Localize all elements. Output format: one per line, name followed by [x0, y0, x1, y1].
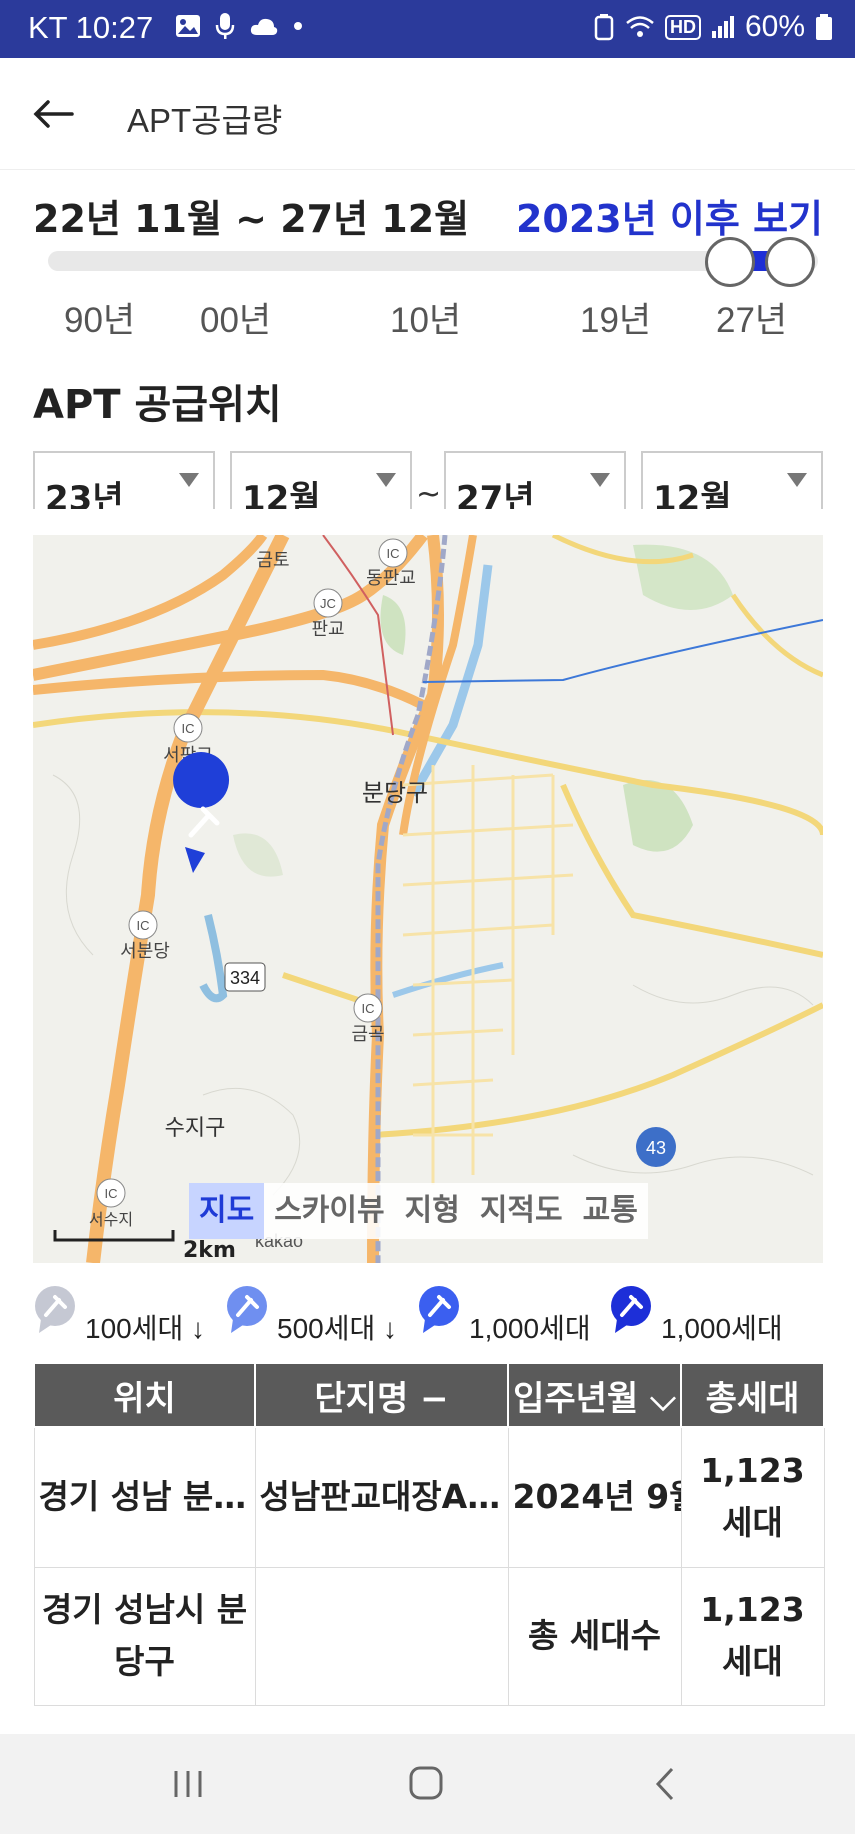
dropdown-caret-icon: [590, 473, 610, 487]
column-header-households[interactable]: 총세대: [680, 1362, 825, 1428]
recent-apps-icon[interactable]: [158, 1759, 218, 1809]
dropdown-caret-icon: [179, 473, 199, 487]
ic-marker-label: IC: [387, 546, 400, 561]
map-label-sujigu: 수지구: [165, 1116, 226, 1141]
pin-icon: [611, 1286, 651, 1333]
map-label-geumgok: 금곡: [351, 1024, 384, 1045]
slider-start-handle[interactable]: [705, 237, 755, 287]
slider-tick-label: 27년: [716, 301, 788, 340]
jc-marker-label: JC: [320, 596, 336, 611]
dot-icon: [294, 22, 302, 30]
column-header-complex[interactable]: 단지명 −: [254, 1362, 509, 1428]
slider-end-handle[interactable]: [765, 237, 815, 287]
range-tilde: ~: [416, 477, 442, 512]
map-type-tabs: 지도 스카이뷰 지형 지적도 교통: [189, 1183, 648, 1239]
map-label-bundanggu: 분당구: [362, 779, 428, 807]
hd-badge: HD: [664, 14, 701, 40]
cell-location: 경기 성남 분당구: [33, 1426, 256, 1568]
summary-total: 1,123세대: [680, 1566, 825, 1706]
legend-label: 500세대 ↓: [277, 1313, 398, 1344]
signal-icon: [711, 16, 734, 38]
slider-tick-label: 10년: [390, 301, 462, 340]
mic-icon: [215, 13, 235, 39]
from-year-value: 23년: [45, 479, 124, 509]
section-title-location: APT 공급위치: [33, 382, 282, 428]
status-system-icons: HD 60%: [593, 10, 833, 44]
from-month-value: 12월: [242, 479, 321, 509]
map-view[interactable]: 334 43 IC JC IC IC IC IC 금토 동판교 판교 서판교 분…: [33, 535, 823, 1263]
column-header-location[interactable]: 위치: [33, 1362, 256, 1428]
ic-marker-label: IC: [137, 918, 150, 933]
map-tab-terrain[interactable]: 지형: [395, 1183, 470, 1239]
battery-percent: 60%: [744, 10, 805, 43]
map-label-dongpangyo: 동판교: [366, 568, 416, 589]
back-icon[interactable]: [636, 1759, 696, 1809]
app-bar: APT공급량: [0, 58, 855, 170]
slider-tick-label: 90년: [64, 301, 136, 340]
legend-label: 100세대 ↓: [85, 1313, 206, 1344]
cloud-icon: [250, 18, 278, 35]
map-tab-traffic[interactable]: 교통: [573, 1183, 648, 1239]
date-range-label: 22년 11월 ~ 27년 12월: [33, 197, 470, 241]
table-header-row: 위치 단지명 − 입주년월 ⌵ 총세대: [33, 1362, 825, 1428]
status-bar: KT 10:27 HD 60%: [0, 0, 855, 58]
map-canvas[interactable]: 334 43 IC JC IC IC IC IC 금토 동판교 판교 서판교 분…: [33, 535, 823, 1263]
system-nav-bar: [0, 1734, 855, 1834]
from-year-select[interactable]: 23년: [33, 451, 215, 509]
map-label-seosuji: 서수지: [89, 1210, 133, 1229]
wifi-icon: [626, 16, 654, 37]
to-month-select[interactable]: 12월: [641, 451, 823, 509]
legend-label: 1,000세대: [661, 1313, 783, 1344]
status-time: KT 10:27: [28, 10, 154, 45]
cell-households: 1,123세대: [680, 1426, 825, 1568]
pin-icon: [419, 1286, 459, 1333]
slider-tick-label: 00년: [200, 301, 272, 340]
legend-label: 1,000세대: [469, 1313, 591, 1344]
status-notification-icons: [175, 12, 303, 40]
road-334-label: 334: [230, 968, 260, 988]
ic-marker-label: IC: [105, 1186, 118, 1201]
battery-icon: [816, 14, 832, 40]
pin-icon: [35, 1286, 75, 1333]
dropdown-caret-icon: [787, 473, 807, 487]
cell-complex-name: 성남판교대장A10-1: [254, 1426, 509, 1568]
gallery-icon: [176, 15, 200, 37]
summary-empty-cell: [254, 1566, 509, 1706]
supply-table: 위치 단지명 − 입주년월 ⌵ 총세대 경기 성남 분당구 성남판교대장A10-…: [33, 1362, 825, 1706]
map-tab-skyview[interactable]: 스카이뷰: [264, 1183, 394, 1239]
ic-marker-label: IC: [362, 1001, 375, 1016]
summary-location: 경기 성남시 분당구: [33, 1566, 256, 1706]
marker-legend: 100세대 ↓ 500세대 ↓ 1,000세대 1,000세대: [33, 1285, 833, 1355]
home-icon[interactable]: [396, 1759, 456, 1809]
from-month-select[interactable]: 12월: [230, 451, 412, 509]
map-tab-cadastral[interactable]: 지적도: [470, 1183, 573, 1239]
map-label-pangyo: 판교: [311, 619, 344, 640]
ic-marker-label: IC: [182, 721, 195, 736]
to-month-value: 12월: [653, 479, 732, 509]
column-header-move-in[interactable]: 입주년월 ⌵: [507, 1362, 682, 1428]
view-after-2023-link[interactable]: 2023년 이후 보기: [516, 188, 823, 243]
table-summary-row: 경기 성남시 분당구 총 세대수 1,123세대: [33, 1566, 825, 1706]
map-scale-label: 2km: [183, 1238, 236, 1263]
dropdown-caret-icon: [376, 473, 396, 487]
map-label-seobundang: 서분당: [120, 941, 170, 962]
cell-move-in: 2024년 9월: [507, 1426, 682, 1568]
back-arrow-icon[interactable]: [30, 90, 78, 138]
to-year-value: 27년: [456, 479, 535, 509]
recycle-battery-icon: [594, 14, 614, 41]
table-row[interactable]: 경기 성남 분당구 성남판교대장A10-1 2024년 9월 1,123세대: [33, 1426, 825, 1568]
year-range-slider-track[interactable]: [48, 251, 818, 271]
road-43-label: 43: [646, 1138, 666, 1158]
summary-label: 총 세대수: [507, 1566, 682, 1706]
map-label-geumto: 금토: [256, 550, 289, 571]
map-tab-map[interactable]: 지도: [189, 1183, 265, 1239]
to-year-select[interactable]: 27년: [444, 451, 626, 509]
pin-icon: [227, 1286, 267, 1333]
slider-tick-label: 19년: [580, 301, 652, 340]
page-title: APT공급량: [127, 102, 283, 139]
